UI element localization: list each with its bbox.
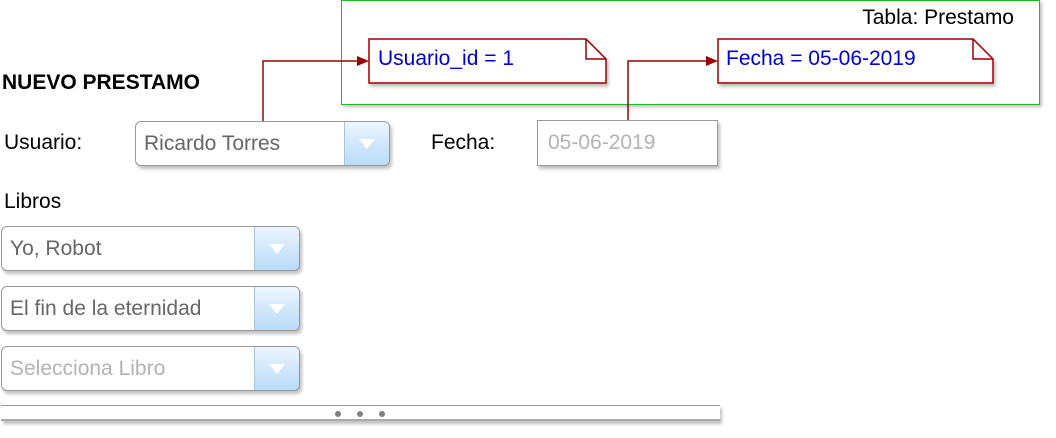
usuario-select[interactable]: Ricardo Torres [135,121,390,166]
arrow-fecha-to-note [627,60,707,122]
chevron-down-icon [269,243,285,254]
more-horizontal-icon [335,411,385,417]
usuario-label: Usuario: [4,131,83,154]
horizontal-scrollbar[interactable] [1,405,720,421]
usuario-select-value: Ricardo Torres [144,131,281,155]
libro-select-2-value: El fin de la eternidad [10,296,202,320]
fecha-input-value: 05-06-2019 [548,131,656,154]
libro-select-3-dropdown-button[interactable] [254,347,299,390]
usuario-dropdown-button[interactable] [344,122,389,165]
libro-select-1-dropdown-button[interactable] [254,227,299,270]
libro-select-3[interactable]: Selecciona Libro [1,346,300,391]
libro-select-2-dropdown-button[interactable] [254,287,299,330]
libro-select-1[interactable]: Yo, Robot [1,226,300,271]
libro-select-3-placeholder: Selecciona Libro [10,356,166,380]
chevron-down-icon [269,303,285,314]
libro-select-2[interactable]: El fin de la eternidad [1,286,300,331]
note-usuario-id-text: Usuario_id = 1 [378,47,514,70]
page-title: NUEVO PRESTAMO [2,71,200,94]
fecha-input[interactable]: 05-06-2019 [537,120,718,166]
chevron-down-icon [359,138,375,149]
fecha-label: Fecha: [431,131,496,154]
libro-select-1-value: Yo, Robot [10,236,102,260]
libros-label: Libros [4,190,62,213]
chevron-down-icon [269,363,285,374]
arrow-usuario-to-note [262,60,358,122]
note-fecha-text: Fecha = 05-06-2019 [726,47,916,70]
